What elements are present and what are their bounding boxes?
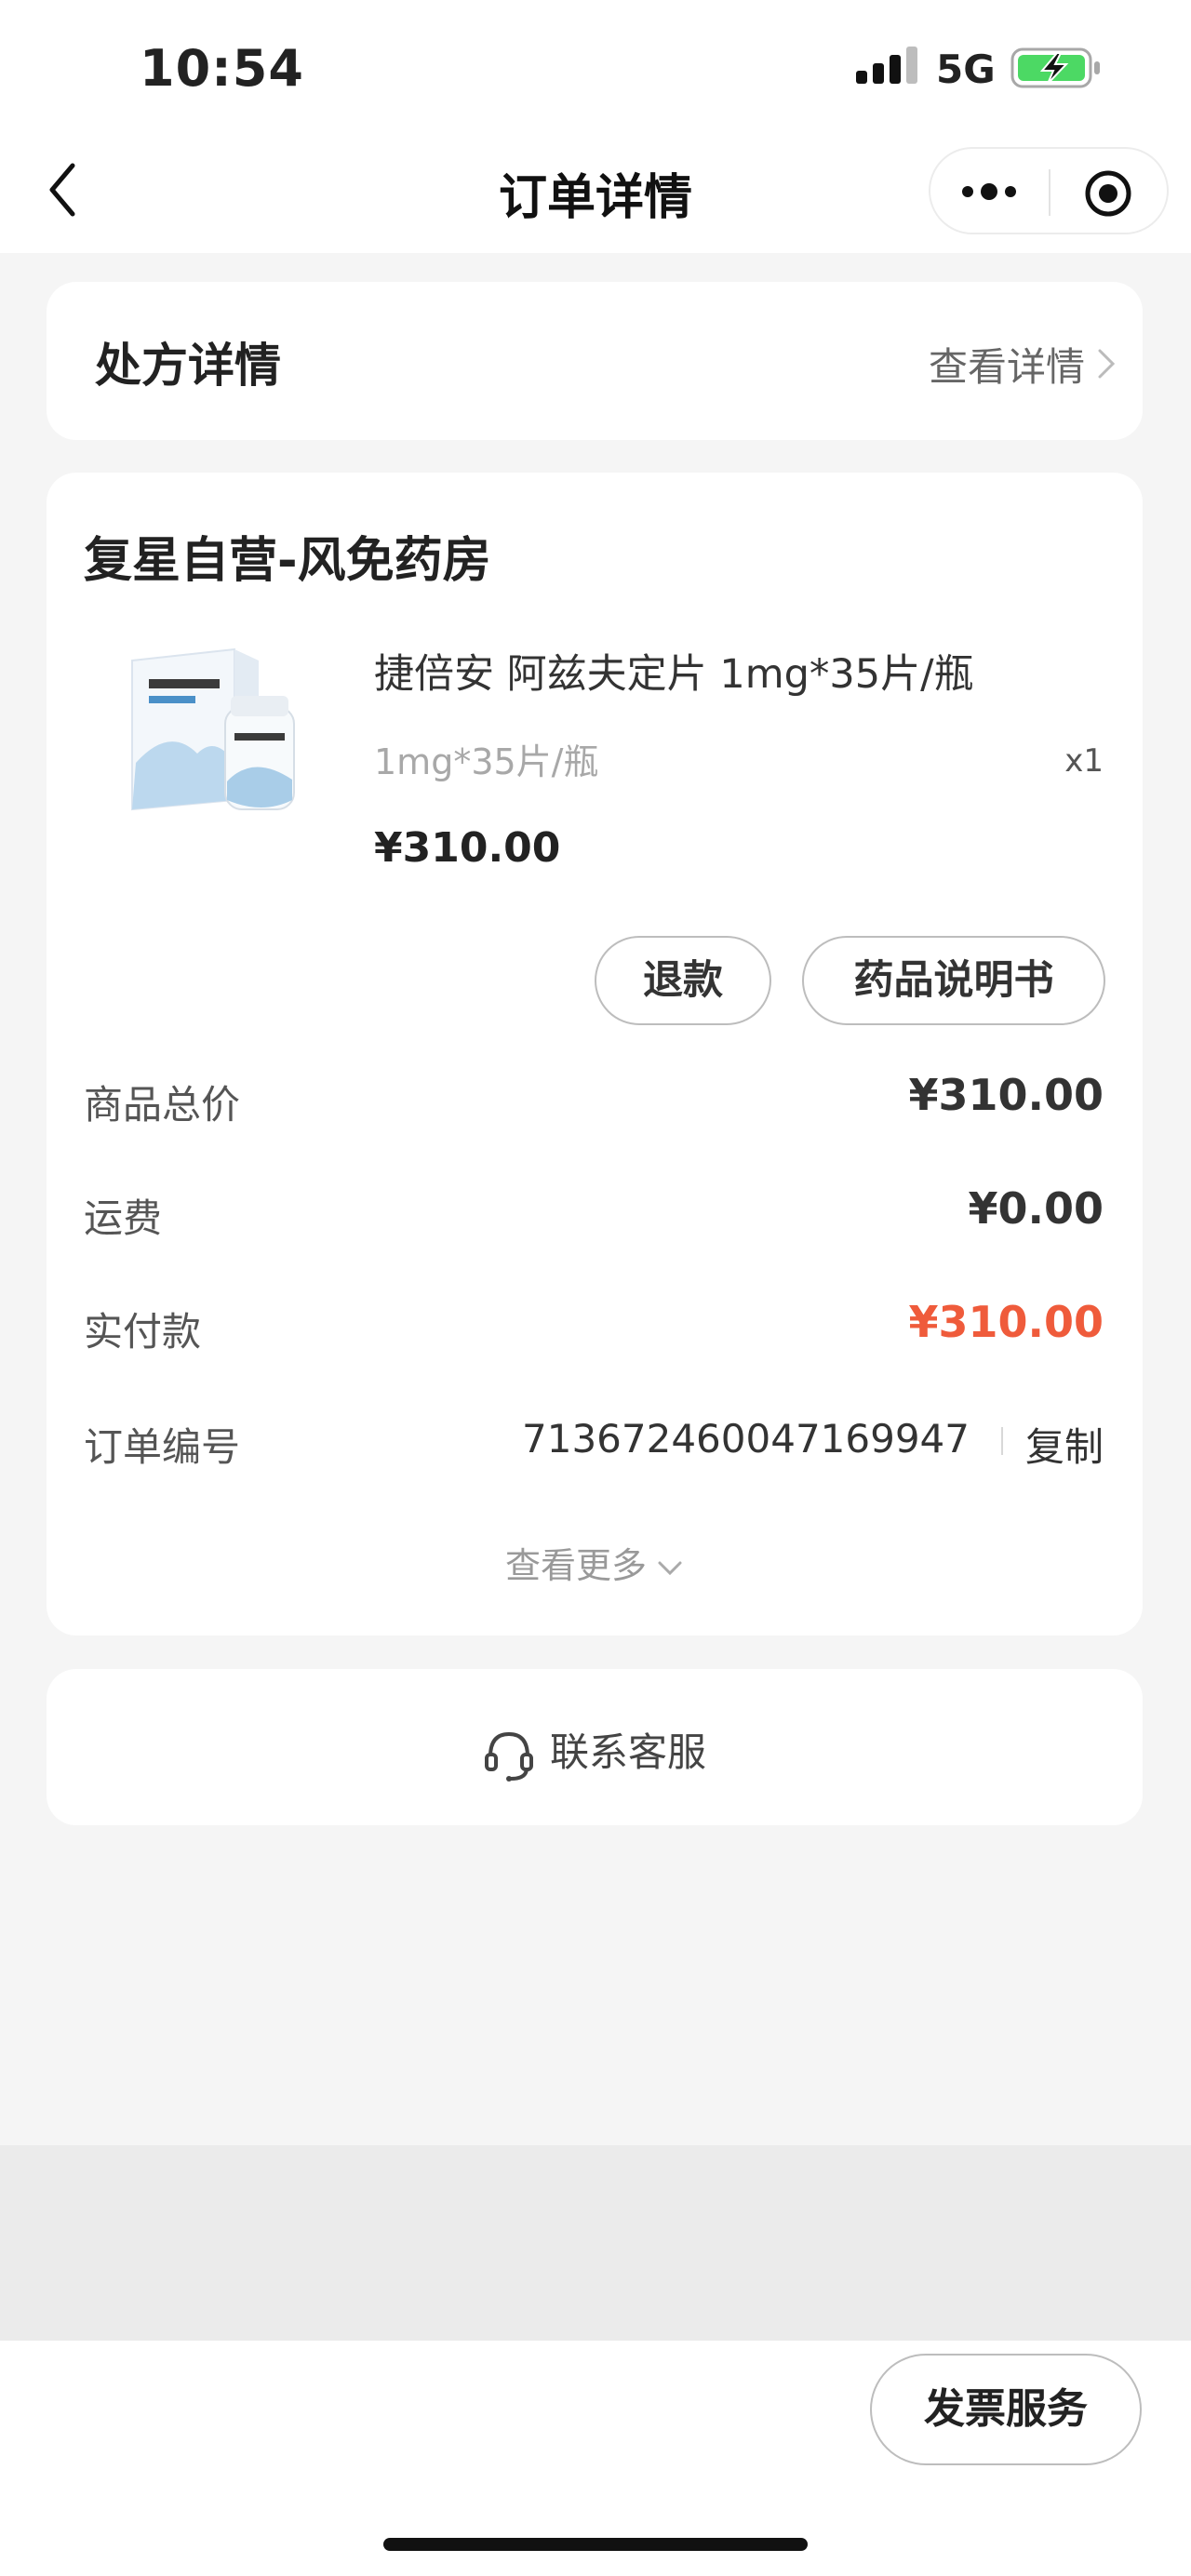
subtotal-label: 商品总价 [84,1082,241,1128]
chevron-right-icon [1098,349,1116,379]
shipping-label: 运费 [84,1195,163,1241]
target-close-icon[interactable] [1082,167,1134,220]
footer-divider-band [0,2145,1191,2341]
mini-program-capsule [929,147,1169,234]
view-details-link[interactable]: 查看详情 [929,336,1085,393]
product-spec: 1mg*35片/瓶 [374,741,599,782]
prescription-card[interactable]: 处方详情 查看详情 [47,282,1143,440]
capsule-divider [1049,169,1050,216]
drug-manual-button[interactable]: 药品说明书 [802,936,1105,1025]
product-name: 捷倍安 阿兹夫定片 1mg*35片/瓶 [374,651,974,698]
chevron-down-icon [658,1561,682,1575]
battery-charging-icon [1010,47,1100,88]
headset-icon [484,1731,533,1782]
invoice-service-button[interactable]: 发票服务 [870,2354,1142,2465]
order-card: 复星自营-风免药房 捷倍安 阿兹夫定片 1mg*35片/瓶 1mg*35片/瓶 … [47,473,1143,1635]
contact-service-button[interactable]: 联系客服 [47,1721,1143,1782]
contact-service-card[interactable]: 联系客服 [47,1669,1143,1825]
home-indicator [383,2538,808,2551]
status-time: 10:54 [140,39,304,98]
medicine-box-image[interactable] [95,623,311,834]
paid-label: 实付款 [84,1309,202,1355]
shipping-value: ¥0.00 [968,1183,1104,1234]
contact-service-label: 联系客服 [549,1729,706,1775]
store-name: 复星自营-风免药房 [84,533,491,589]
order-number-label: 订单编号 [84,1424,241,1470]
see-more-toggle[interactable]: 查看更多 [47,1537,1143,1588]
subtotal-value: ¥310.00 [908,1070,1104,1120]
refund-button[interactable]: 退款 [595,936,771,1025]
paid-value: ¥310.00 [908,1297,1104,1347]
see-more-label: 查看更多 [504,1545,647,1586]
order-number-value: 713672460047169947 [522,1416,970,1462]
top-bar: 10:54 5G 订单详情 [0,0,1191,253]
signal-bars-icon [856,47,917,84]
more-dots-icon[interactable] [957,167,1022,216]
product-price: ¥310.00 [374,824,561,872]
copy-divider [1001,1427,1003,1455]
copy-order-button[interactable]: 复制 [1025,1416,1104,1473]
product-quantity: x1 [1064,742,1104,780]
prescription-title: 处方详情 [95,339,281,393]
network-type: 5G [936,47,996,92]
